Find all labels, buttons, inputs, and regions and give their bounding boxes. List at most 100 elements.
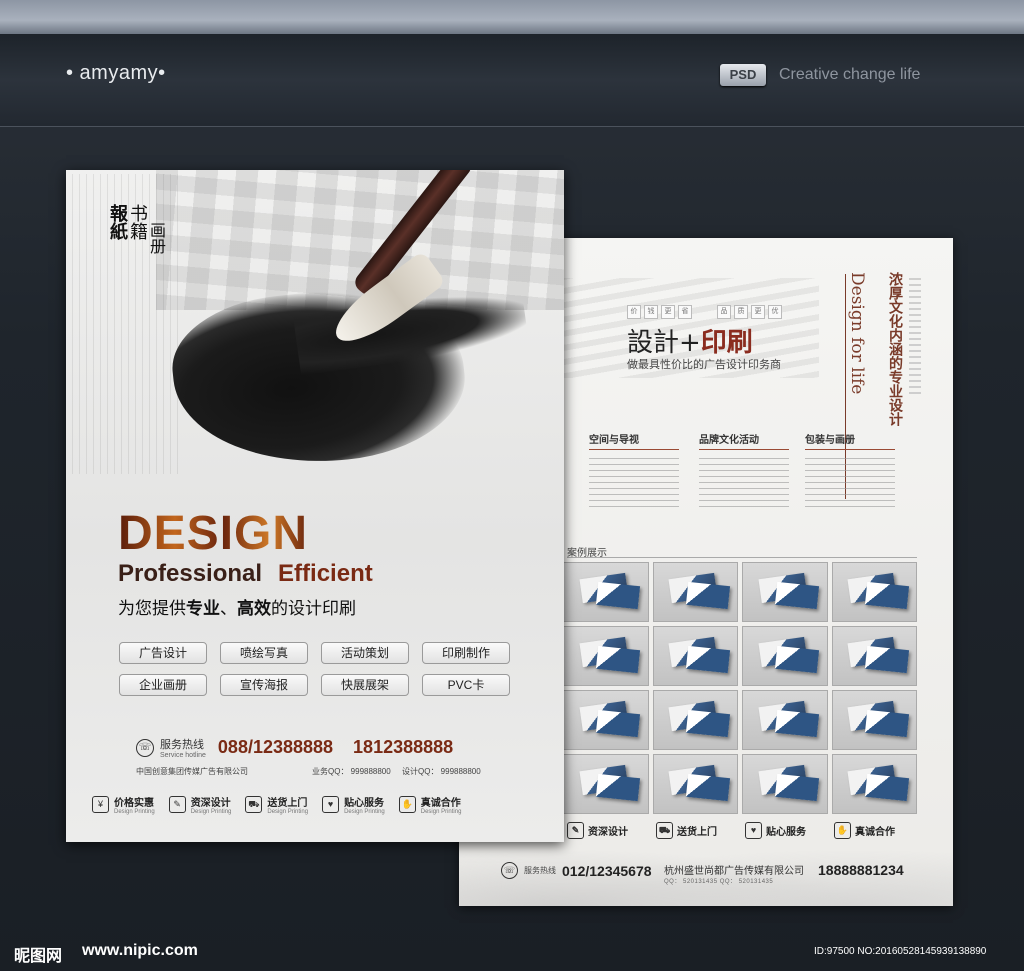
back-column-text — [589, 458, 679, 510]
heart-icon: ♥ — [745, 822, 762, 839]
subheadline-efficient: Efficient — [278, 560, 373, 587]
service-tag: 宣传海报 — [220, 674, 308, 696]
watermark-url: www.nipic.com — [82, 942, 198, 959]
hotline-label-en: Service hotline — [160, 752, 206, 759]
header-tagline: Creative change life — [779, 66, 921, 83]
tagline-part: 为您提供 — [118, 599, 186, 618]
case-thumbnail — [831, 626, 917, 686]
back-column: 空间与导视 — [589, 431, 679, 510]
feature-label-en: Design Printing — [420, 809, 462, 815]
case-thumbnail — [563, 690, 649, 750]
case-thumbnail — [652, 626, 738, 686]
back-column: 包装与画册 — [805, 431, 895, 510]
case-thumbnail — [563, 562, 649, 622]
mini-char: 品 — [717, 305, 731, 319]
truck-icon: ⛟ — [656, 822, 673, 839]
back-vertical-en: Design for life — [847, 272, 867, 395]
subheadline: Professional Efficient — [118, 560, 373, 588]
design-icon: ✎ — [168, 796, 186, 813]
back-feature-label: 资深设计 — [588, 827, 628, 838]
mini-char: 钱 — [644, 305, 658, 319]
front-feature: ⛟ 送货上门 Design Printing — [245, 794, 308, 815]
service-tag: 快展展架 — [321, 674, 409, 696]
back-feature-label: 送货上门 — [677, 827, 717, 838]
front-hotline: ☏ 服务热线 Service hotline 088/12388888 1812… — [136, 736, 453, 759]
back-feature: ✎ 资深设计 — [567, 822, 628, 839]
front-feature: ✋ 真诚合作 Design Printing — [398, 794, 462, 815]
mini-char: 优 — [768, 305, 782, 319]
psd-badge: PSD — [720, 64, 766, 86]
back-column: 品牌文化活动 — [699, 431, 789, 510]
design-icon: ✎ — [567, 822, 584, 839]
case-thumbnail — [742, 562, 828, 622]
service-grid: 广告设计 喷绘写真 活动策划 印刷制作 企业画册 宣传海报 快展展架 PVC卡 — [119, 642, 511, 696]
watermark-logo: 昵图网 — [14, 948, 63, 965]
brand-name: • amyamy• — [66, 62, 166, 84]
service-tag: 喷绘写真 — [220, 642, 308, 664]
chinese-tagline: 为您提供专业、高效的设计印刷 — [118, 594, 356, 619]
back-phone: 012/12345678 — [562, 862, 652, 879]
back-company: 杭州盛世尚都广告传媒有限公司 — [664, 866, 804, 877]
case-thumbnail — [563, 754, 649, 814]
case-thumbnail — [831, 690, 917, 750]
tagline-part: 、 — [220, 599, 237, 618]
hotline-label-cn: 服务热线 — [160, 739, 204, 751]
tagline-part: 的设计印刷 — [271, 599, 356, 618]
feature-label-en: Design Printing — [114, 809, 155, 815]
headline: DESIGN — [118, 507, 309, 560]
back-section-rule — [567, 557, 917, 558]
watermark-id: ID:97500 NO:20160528145939138890 — [814, 946, 987, 957]
feature-label-en: Design Printing — [190, 809, 232, 815]
back-vertical-cn: 浓厚文化内涵的专业设计 — [887, 272, 903, 426]
back-features: ✎ 资深设计 ⛟ 送货上门 ♥ 贴心服务 ✋ 真诚合作 — [567, 822, 895, 839]
back-title-b: 印刷 — [700, 328, 753, 358]
case-thumbnail — [652, 754, 738, 814]
back-feature: ⛟ 送货上门 — [656, 822, 717, 839]
front-qq-1: 业务QQ： 999888800 — [312, 767, 391, 776]
phone-icon: ☏ — [136, 738, 154, 757]
feature-label: 送货上门 — [267, 798, 308, 809]
front-feature: ¥ 价格实惠 Design Printing — [92, 794, 155, 815]
front-company: 中国创意集团传媒广告有限公司 — [136, 767, 248, 776]
back-column-text — [699, 458, 789, 510]
feature-label: 贴心服务 — [344, 798, 385, 809]
back-feature: ♥ 贴心服务 — [745, 822, 806, 839]
vertical-text-3: 画册 — [147, 222, 166, 254]
mini-char: 省 — [678, 305, 692, 319]
mini-char: 价 — [627, 305, 641, 319]
service-tag: 广告设计 — [119, 642, 207, 664]
back-column-heading: 空间与导视 — [589, 431, 679, 450]
front-features: ¥ 价格实惠 Design Printing ✎ 资深设计 Design Print… — [92, 794, 461, 815]
case-thumbnail — [831, 754, 917, 814]
case-thumbnail — [563, 626, 649, 686]
phone-icon: ☏ — [501, 862, 518, 879]
service-tag: 企业画册 — [119, 674, 207, 696]
case-thumbnail — [652, 562, 738, 622]
back-mini-chars-1: 价 钱 更 省 — [627, 305, 692, 319]
truck-icon: ⛟ — [245, 796, 263, 813]
back-column-text — [805, 458, 895, 510]
back-feature-label: 贴心服务 — [766, 827, 806, 838]
mini-char: 更 — [661, 305, 675, 319]
back-small-text — [909, 278, 921, 398]
phone-number-1: 088/12388888 — [217, 737, 334, 757]
hotline-label: 服务热线 Service hotline — [160, 736, 206, 759]
feature-label: 真诚合作 — [420, 798, 461, 809]
back-hotline: ☏ 服务热线 012/12345678 — [501, 862, 652, 879]
feature-label-en: Design Printing — [344, 809, 385, 815]
feature-label: 资深设计 — [190, 798, 231, 809]
service-tag: 活动策划 — [321, 642, 409, 664]
case-thumbnail — [742, 626, 828, 686]
case-thumbnail — [652, 690, 738, 750]
back-title: 設計+印刷 — [627, 322, 753, 359]
case-thumbnail — [742, 754, 828, 814]
front-qq-2: 设计QQ： 999888800 — [402, 767, 481, 776]
handshake-icon: ✋ — [834, 822, 851, 839]
case-gallery — [563, 562, 917, 814]
back-title-a: 設計+ — [627, 328, 701, 358]
back-mobile: 18888881234 — [818, 862, 904, 878]
feature-label: 价格实惠 — [114, 798, 154, 809]
back-qq: QQ： 520131435 QQ： 520131435 — [664, 879, 774, 885]
back-subtitle: 做最具性价比的广告设计印务商 — [627, 359, 781, 371]
tagline-part: 高效 — [237, 599, 271, 618]
